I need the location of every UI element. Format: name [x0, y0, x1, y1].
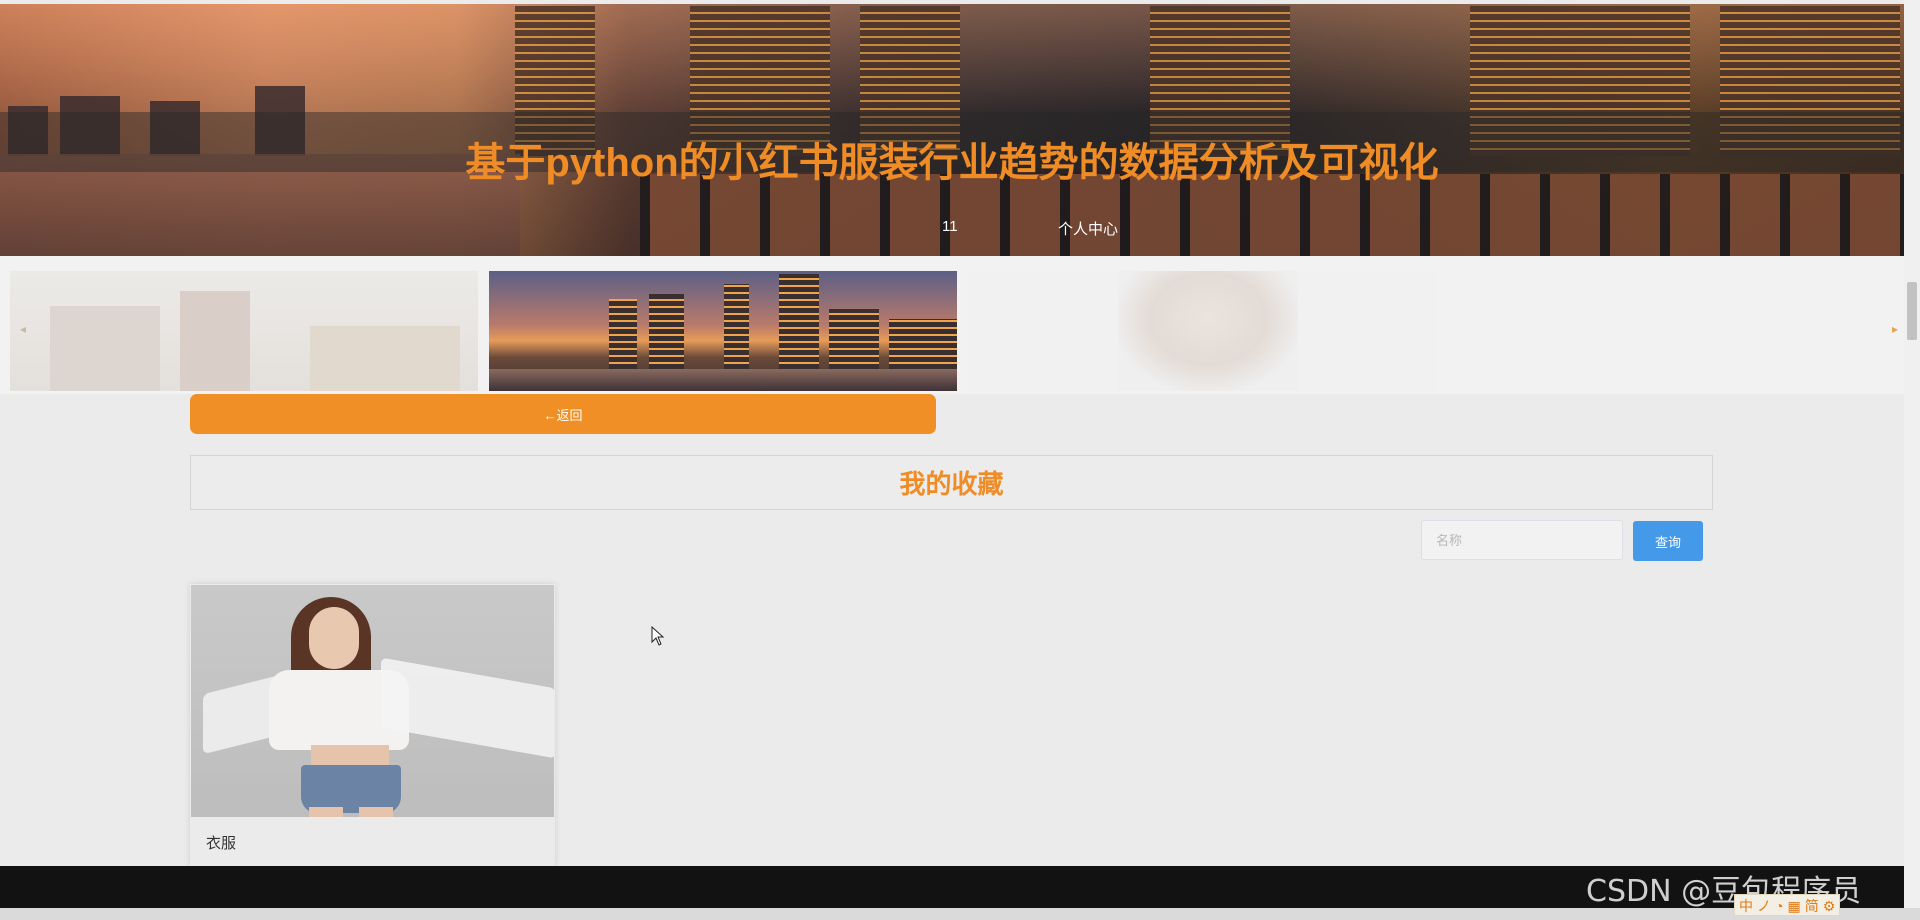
favorite-card[interactable]: 衣服 — [190, 584, 555, 866]
caret-left-icon[interactable]: ◂ — [20, 322, 26, 336]
search-button[interactable]: 查询 — [1633, 521, 1703, 561]
image-shape — [309, 607, 359, 669]
slide-shape — [1118, 271, 1298, 391]
mouse-cursor-icon — [651, 626, 665, 646]
slide-shape — [609, 299, 637, 369]
section-header: 我的收藏 — [190, 455, 1713, 510]
carousel-slide[interactable] — [489, 271, 957, 391]
slide-shape — [310, 326, 460, 391]
horizontal-scrollbar[interactable] — [0, 908, 1920, 920]
site-title: 基于python的小红书服装行业趋势的数据分析及可视化 — [465, 141, 1439, 185]
product-image[interactable] — [191, 585, 554, 817]
caret-right-icon[interactable]: ▸ — [1892, 322, 1898, 336]
ime-moon-icon[interactable]: ノ — [1757, 896, 1771, 914]
carousel-slide[interactable] — [10, 271, 478, 391]
image-shape — [309, 807, 343, 817]
gear-icon[interactable]: ⚙ — [1823, 896, 1836, 914]
slide-shape — [50, 306, 160, 391]
back-button[interactable]: ←返回 — [190, 394, 936, 434]
ime-punct-icon[interactable]: ◔ — [1775, 896, 1783, 914]
header-banner: 基于python的小红书服装行业趋势的数据分析及可视化 11 个人中心 — [0, 4, 1904, 256]
slide-shape — [779, 274, 819, 369]
slide-shape — [649, 294, 684, 369]
vertical-scrollbar[interactable] — [1904, 0, 1920, 908]
search-input[interactable] — [1421, 520, 1623, 560]
slide-shape — [829, 309, 879, 369]
slide-shape — [180, 291, 250, 391]
nav-item-user[interactable]: 11 — [942, 218, 958, 235]
slide-shape — [724, 284, 749, 369]
ime-keyboard-icon[interactable]: ▦ — [1787, 896, 1800, 914]
slide-shape — [889, 319, 957, 369]
ime-toolbar[interactable]: 中 ノ ◔ ▦ 简 ⚙ — [1734, 894, 1841, 916]
ime-lang-icon[interactable]: 中 — [1739, 896, 1753, 914]
nav-item-personal-center[interactable]: 个人中心 — [1058, 218, 1118, 239]
page-title: 我的收藏 — [899, 469, 1004, 499]
image-shape — [359, 807, 393, 817]
scrollbar-thumb[interactable] — [1907, 282, 1917, 340]
slide-water — [489, 369, 957, 391]
image-shape — [301, 765, 401, 813]
product-name: 衣服 — [206, 835, 237, 852]
carousel-slide[interactable] — [968, 271, 1436, 391]
image-carousel: ◂ ▸ — [0, 256, 1904, 394]
ime-simplified-icon[interactable]: 简 — [1805, 896, 1819, 914]
top-nav: 11 个人中心 — [0, 218, 1904, 244]
